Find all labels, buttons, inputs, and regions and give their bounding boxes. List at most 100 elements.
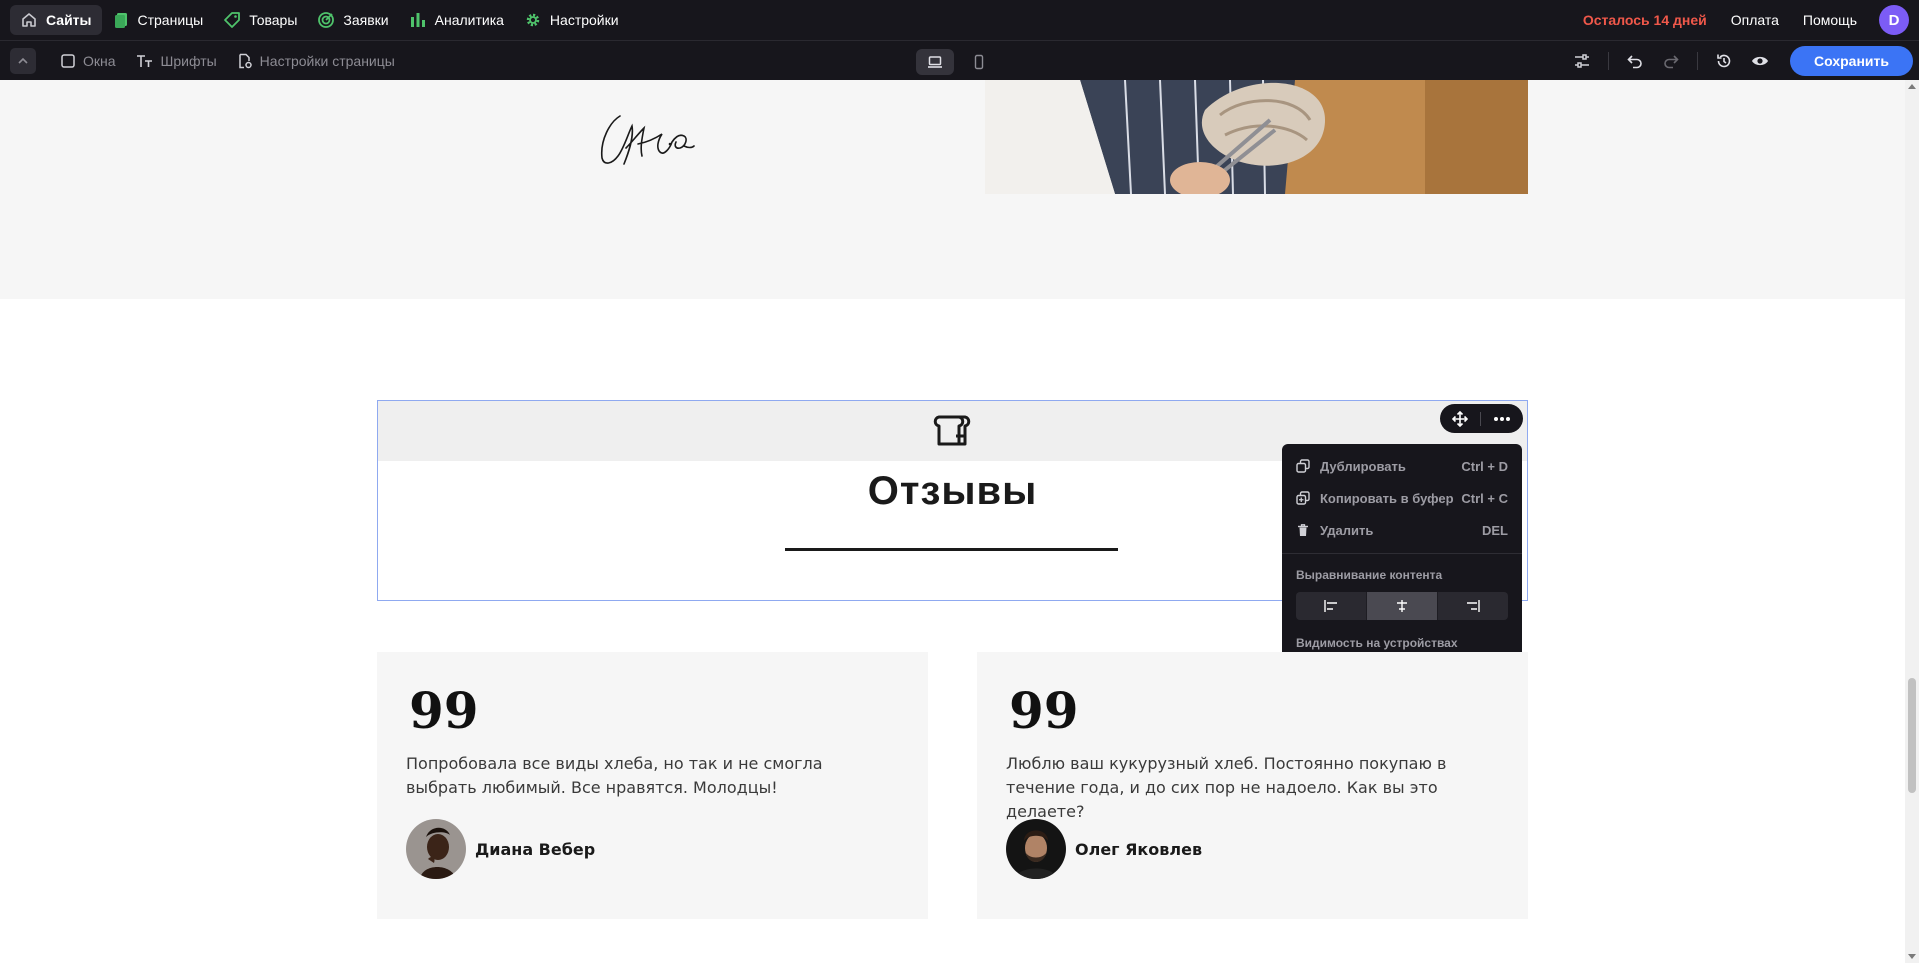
block-context-menu: Дублировать Ctrl + D Копировать в буфер … [1282,444,1522,688]
phone-icon [974,54,984,70]
review-card[interactable]: 99 Попробовала все виды хлеба, но так и … [377,652,928,919]
undo-icon [1627,55,1642,69]
menu-item-shortcut: Ctrl + D [1461,458,1508,474]
eye-icon [1752,56,1769,66]
mobile-view-button[interactable] [960,49,998,75]
windows-label: Окна [83,52,116,69]
page-scrollbar[interactable] [1905,80,1919,963]
author-name: Олег Яковлев [1075,839,1203,859]
trial-remaining-text[interactable]: Осталось 14 дней [1573,12,1717,28]
nav-item-label: Сайты [46,12,92,28]
align-right-button[interactable] [1438,592,1508,620]
menu-item-delete[interactable]: Удалить DEL [1296,514,1508,546]
redo-button[interactable] [1655,46,1687,76]
align-center-icon [1397,600,1407,612]
baker-illustration [985,80,1528,194]
trash-icon [1296,523,1312,537]
review-text: Попробовала все виды хлеба, но так и не … [406,754,823,797]
page-settings-button[interactable]: Настройки страницы [227,46,405,76]
window-icon [61,53,75,68]
nav-item-label: Товары [249,12,298,28]
block-controls [1440,404,1523,433]
nav-item-label: Страницы [137,12,204,28]
user-avatar[interactable]: D [1879,5,1909,35]
toolbar-right-group: Сохранить [1566,46,1913,76]
duplicate-icon [1296,459,1312,473]
review-card[interactable]: 99 Люблю ваш кукурузный хлеб. Постоянно … [977,652,1528,919]
fonts-button[interactable]: Шрифты [126,46,227,76]
align-center-button[interactable] [1367,592,1438,620]
menu-item-label: Дублировать [1320,458,1406,474]
target-icon [318,12,335,28]
avatar [1006,819,1066,879]
menu-item-copy[interactable]: Копировать в буфер Ctrl + C [1296,482,1508,514]
bar-chart-icon [410,13,425,27]
review-text: Люблю ваш кукурузный хлеб. Постоянно пок… [1006,754,1447,821]
device-switcher [916,49,998,75]
block-controls-divider [1480,411,1481,426]
adjustments-button[interactable] [1566,46,1598,76]
home-icon [22,13,36,27]
alignment-button-group [1296,592,1508,620]
baker-photo [985,80,1528,194]
collapse-toolbar-button[interactable] [10,47,36,74]
nav-item-analytics[interactable]: Аналитика [399,5,514,35]
fonts-label: Шрифты [160,52,217,69]
quote-icon: 99 [409,681,479,740]
windows-button[interactable]: Окна [50,46,126,76]
menu-item-label: Удалить [1320,522,1374,538]
bread-icon [933,415,971,446]
scroll-up-arrow[interactable] [1908,84,1916,89]
help-link[interactable]: Помощь [1793,12,1867,28]
nav-item-sites[interactable]: Сайты [10,5,102,35]
copy-icon [1296,491,1312,505]
nav-item-requests[interactable]: Заявки [307,5,398,35]
nav-item-label: Аналитика [434,12,504,28]
chevron-up-icon [18,57,28,64]
pages-icon [114,13,127,28]
preview-button[interactable] [1744,46,1776,76]
move-icon[interactable] [1452,410,1468,427]
font-icon [136,54,152,67]
gear-icon [526,13,540,27]
sliders-icon [1575,54,1590,68]
toolbar-divider [1697,52,1699,70]
editor-toolbar: Окна Шрифты Настройки страницы Сохранить [0,40,1919,80]
nav-item-pages[interactable]: Страницы [102,5,214,35]
payment-link[interactable]: Оплата [1721,12,1789,28]
about-section [0,80,1905,299]
review-author: Олег Яковлев [1006,819,1202,879]
page-canvas: Отзывы Дублировать Ctrl + D Копировать в… [0,80,1905,963]
nav-item-label: Заявки [343,12,389,28]
more-options-icon[interactable] [1493,416,1511,422]
history-button[interactable] [1708,46,1740,76]
top-navigation: Сайты Страницы Товары Заявки Аналитика Н… [0,0,1919,40]
scrollbar-thumb[interactable] [1908,678,1916,793]
menu-item-shortcut: Ctrl + C [1461,490,1508,506]
desktop-view-button[interactable] [916,49,954,75]
laptop-icon [928,56,942,68]
menu-item-label: Копировать в буфер [1320,490,1454,506]
page-settings-icon [238,53,252,68]
nav-item-settings[interactable]: Настройки [514,5,629,35]
title-divider-line [785,548,1118,551]
tag-icon [224,12,241,28]
align-right-icon [1467,600,1480,612]
undo-button[interactable] [1619,46,1651,76]
nav-right-group: Осталось 14 дней Оплата Помощь D [1573,5,1909,35]
alignment-section-title: Выравнивание контента [1296,568,1443,582]
visibility-section-title: Видимость на устройствах [1296,636,1458,650]
save-button[interactable]: Сохранить [1790,46,1913,76]
history-icon [1717,54,1731,68]
menu-divider [1282,553,1522,554]
toolbar-divider [1608,52,1610,70]
align-left-button[interactable] [1296,592,1367,620]
nav-item-label: Настройки [549,12,619,28]
avatar [406,819,466,879]
menu-item-duplicate[interactable]: Дублировать Ctrl + D [1296,450,1508,482]
signature-image [600,115,695,165]
menu-item-shortcut: DEL [1482,522,1508,538]
scroll-down-arrow[interactable] [1908,954,1916,959]
nav-item-products[interactable]: Товары [213,5,307,35]
page-settings-label: Настройки страницы [259,52,395,69]
